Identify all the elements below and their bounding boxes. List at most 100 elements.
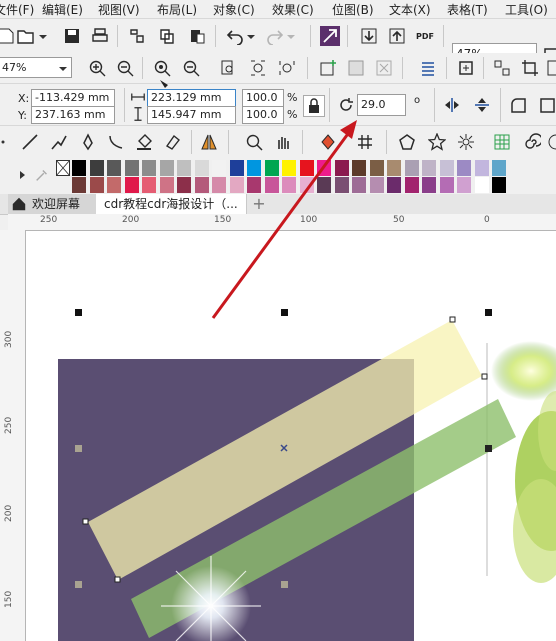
color-swatch[interactable] bbox=[404, 177, 419, 193]
zoom-out-icon[interactable] bbox=[115, 58, 135, 78]
cut-icon[interactable] bbox=[127, 26, 147, 46]
palette-scroll-left-icon[interactable] bbox=[16, 167, 28, 183]
freehand-icon[interactable] bbox=[20, 132, 40, 152]
tab-welcome[interactable]: 欢迎屏幕 bbox=[8, 194, 96, 214]
color-swatch[interactable] bbox=[247, 177, 261, 193]
polyline-icon[interactable] bbox=[49, 132, 69, 152]
band-node[interactable] bbox=[449, 316, 456, 323]
polygon-icon[interactable] bbox=[397, 132, 417, 152]
color-swatch[interactable] bbox=[457, 160, 471, 176]
color-swatch[interactable] bbox=[474, 177, 489, 193]
selection-handle[interactable] bbox=[281, 309, 288, 316]
pan-hand-icon[interactable] bbox=[273, 132, 293, 152]
menu-edit[interactable]: 编辑(E) bbox=[42, 1, 83, 18]
scale-y-field[interactable]: 100.0 bbox=[242, 106, 284, 124]
redo-icon[interactable] bbox=[265, 26, 285, 46]
menu-object[interactable]: 对象(C) bbox=[213, 1, 255, 18]
menu-bitmap[interactable]: 位图(B) bbox=[332, 1, 374, 18]
erase-icon[interactable] bbox=[163, 132, 183, 152]
inner-handle[interactable] bbox=[281, 581, 288, 588]
color-swatch[interactable] bbox=[212, 160, 226, 176]
new-icon[interactable] bbox=[0, 26, 16, 46]
color-swatch[interactable] bbox=[492, 160, 506, 176]
rotation-angle-field[interactable]: 29.0 bbox=[357, 94, 406, 116]
snap-zoom-dropdown-icon[interactable] bbox=[56, 58, 70, 78]
scallop-corner-icon[interactable] bbox=[537, 95, 556, 115]
page-icon[interactable] bbox=[456, 58, 476, 78]
add-tab-button[interactable]: + bbox=[250, 194, 268, 214]
copy-icon[interactable] bbox=[157, 26, 177, 46]
color-swatch[interactable] bbox=[317, 160, 331, 176]
drawing-canvas[interactable] bbox=[26, 231, 556, 641]
menu-effects[interactable]: 效果(C) bbox=[272, 1, 314, 18]
bezier-icon[interactable] bbox=[106, 132, 126, 152]
save-icon[interactable] bbox=[62, 26, 82, 46]
color-swatch[interactable] bbox=[369, 177, 384, 193]
round-corner-icon[interactable] bbox=[508, 95, 528, 115]
zoom-all-icon[interactable] bbox=[181, 58, 201, 78]
color-swatch[interactable] bbox=[282, 160, 296, 176]
color-swatch[interactable] bbox=[229, 177, 244, 193]
grid-icon[interactable] bbox=[355, 132, 375, 152]
color-swatch[interactable] bbox=[177, 160, 191, 176]
complex-star-icon[interactable] bbox=[456, 132, 476, 152]
color-swatch[interactable] bbox=[457, 177, 471, 193]
color-swatch[interactable] bbox=[317, 177, 331, 193]
transparency-icon[interactable] bbox=[346, 58, 366, 78]
color-swatch[interactable] bbox=[439, 177, 454, 193]
color-swatch[interactable] bbox=[89, 160, 104, 176]
tab-document[interactable]: cdr教程cdr海报设计（... bbox=[96, 194, 247, 214]
add-object-icon[interactable] bbox=[318, 58, 338, 78]
color-swatch[interactable] bbox=[474, 160, 489, 176]
color-swatch[interactable] bbox=[387, 177, 401, 193]
flip-horizontal-icon[interactable] bbox=[442, 95, 462, 115]
color-swatch[interactable] bbox=[212, 177, 226, 193]
crop-icon[interactable] bbox=[520, 58, 540, 78]
color-swatch[interactable] bbox=[142, 177, 156, 193]
pen-icon[interactable] bbox=[78, 132, 98, 152]
color-swatch[interactable] bbox=[264, 160, 279, 176]
color-swatch[interactable] bbox=[72, 160, 86, 176]
mirror-tool-icon[interactable] bbox=[199, 132, 219, 152]
color-swatch[interactable] bbox=[334, 177, 349, 193]
menu-file[interactable]: 文件(F) bbox=[0, 1, 34, 18]
mirror-icon[interactable] bbox=[545, 58, 556, 78]
spiral-icon[interactable] bbox=[522, 132, 542, 152]
pdf-icon[interactable]: PDF bbox=[415, 26, 435, 46]
color-swatch[interactable] bbox=[422, 177, 436, 193]
y-position-field[interactable]: 237.163 mm bbox=[31, 106, 115, 124]
color-swatch[interactable] bbox=[492, 177, 506, 193]
list-icon[interactable] bbox=[418, 58, 438, 78]
undo-icon[interactable] bbox=[225, 26, 245, 46]
color-swatch[interactable] bbox=[422, 160, 436, 176]
menu-table[interactable]: 表格(T) bbox=[447, 1, 488, 18]
color-swatch[interactable] bbox=[404, 160, 419, 176]
color-swatch[interactable] bbox=[124, 177, 139, 193]
zoom-selected-icon[interactable] bbox=[152, 58, 172, 78]
zoom-page-icon[interactable] bbox=[218, 58, 238, 78]
import-icon[interactable] bbox=[359, 26, 379, 46]
more-tools-icon[interactable] bbox=[0, 132, 8, 152]
remove-icon[interactable] bbox=[374, 58, 394, 78]
menu-layout[interactable]: 布局(L) bbox=[157, 1, 197, 18]
paste-icon[interactable] bbox=[187, 26, 207, 46]
selection-handle[interactable] bbox=[75, 309, 82, 316]
color-swatch[interactable] bbox=[229, 160, 244, 176]
interactive-fill-icon[interactable] bbox=[318, 132, 338, 152]
color-swatch[interactable] bbox=[247, 160, 261, 176]
color-swatch[interactable] bbox=[107, 160, 121, 176]
color-swatch[interactable] bbox=[159, 160, 174, 176]
zoom-width-icon[interactable] bbox=[248, 58, 268, 78]
color-swatch[interactable] bbox=[334, 160, 349, 176]
launcher-icon[interactable] bbox=[320, 26, 340, 46]
selection-handle[interactable] bbox=[485, 309, 492, 316]
color-swatch[interactable] bbox=[72, 177, 86, 193]
color-swatch[interactable] bbox=[107, 177, 121, 193]
ellipse-partial-icon[interactable] bbox=[546, 132, 556, 152]
menu-tools[interactable]: 工具(O) bbox=[505, 1, 548, 18]
band-node[interactable] bbox=[481, 373, 488, 380]
menu-text[interactable]: 文本(X) bbox=[389, 1, 431, 18]
node-icon[interactable] bbox=[492, 58, 512, 78]
export-icon[interactable] bbox=[387, 26, 407, 46]
fill-bucket-icon[interactable] bbox=[134, 132, 154, 152]
